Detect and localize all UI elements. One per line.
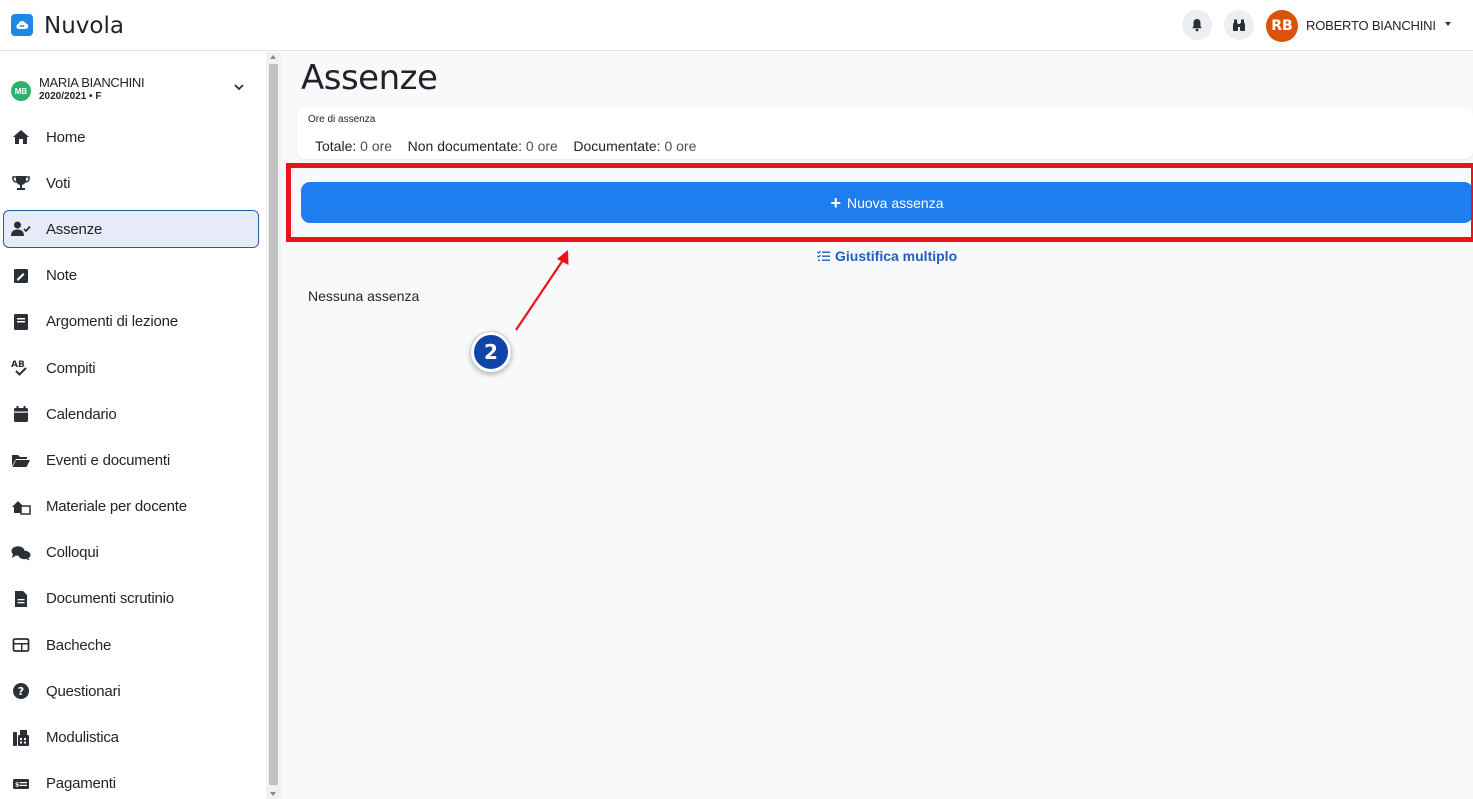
scroll-down-arrow-icon[interactable]: [270, 792, 276, 796]
list-check-icon: [817, 250, 830, 261]
note-icon: [10, 265, 32, 287]
scrollbar-thumb[interactable]: [269, 64, 278, 785]
sidebar-item-argomenti[interactable]: Argomenti di lezione: [0, 299, 266, 345]
sidebar-item-bacheche[interactable]: Bacheche: [0, 622, 266, 668]
board-icon: [10, 634, 32, 656]
question-circle-icon: ?: [10, 680, 32, 702]
sidebar-item-eventi[interactable]: Eventi e documenti: [0, 437, 266, 483]
spellcheck-icon: AB: [10, 357, 32, 379]
user-menu-name[interactable]: ROBERTO BIANCHINI: [1306, 18, 1436, 33]
book-icon: [10, 311, 32, 333]
sidebar-item-label: Materiale per docente: [46, 498, 187, 516]
folder-open-icon: [10, 449, 32, 471]
app-title[interactable]: Nuvola: [44, 13, 124, 39]
student-avatar: MB: [11, 81, 31, 101]
top-bar: Nuvola RB ROBERTO BIANCHINI: [0, 0, 1473, 51]
student-selector[interactable]: MB MARIA BIANCHINI 2020/2021 • F: [0, 72, 266, 112]
trophy-icon: [10, 172, 32, 194]
sidebar-item-label: Eventi e documenti: [46, 451, 170, 469]
svg-text:AB: AB: [11, 360, 25, 370]
caret-down-icon[interactable]: [1445, 22, 1451, 26]
svg-text:?: ?: [18, 685, 24, 698]
sidebar-item-note[interactable]: Note: [0, 253, 266, 299]
sidebar-item-calendario[interactable]: Calendario: [0, 391, 266, 437]
file-icon: [10, 588, 32, 610]
justify-multiple-label: Giustifica multiplo: [835, 248, 958, 264]
sidebar: MB MARIA BIANCHINI 2020/2021 • F Home Vo…: [0, 52, 266, 799]
scroll-up-arrow-icon[interactable]: [270, 55, 276, 59]
user-check-icon: [10, 218, 32, 240]
student-name: MARIA BIANCHINI: [39, 75, 145, 90]
sidebar-item-home[interactable]: Home: [0, 114, 266, 160]
chalkboard-icon: [10, 496, 32, 518]
sidebar-item-label: Voti: [46, 174, 71, 192]
sidebar-nav: Home Voti Assenze Note Argomenti di lezi…: [0, 114, 266, 799]
money-icon: $: [10, 773, 32, 795]
sidebar-item-documenti-scrutinio[interactable]: Documenti scrutinio: [0, 576, 266, 622]
calendar-icon: [10, 403, 32, 425]
sidebar-item-label: Calendario: [46, 405, 117, 423]
main-content: Assenze Ore di assenza Totale: 0 ore Non…: [281, 52, 1473, 799]
sidebar-item-colloqui[interactable]: Colloqui: [0, 530, 266, 576]
sidebar-item-materiale[interactable]: Materiale per docente: [0, 484, 266, 530]
sidebar-item-label: Note: [46, 267, 77, 285]
cloud-logo-icon[interactable]: [11, 14, 33, 36]
sidebar-item-label: Compiti: [46, 359, 96, 377]
sidebar-item-label: Argomenti di lezione: [46, 313, 178, 331]
sidebar-item-label: Documenti scrutinio: [46, 590, 174, 608]
sidebar-item-voti[interactable]: Voti: [0, 160, 266, 206]
sidebar-item-questionari[interactable]: ? Questionari: [0, 668, 266, 714]
home-icon: [10, 126, 32, 148]
bell-icon: [1192, 19, 1202, 32]
chevron-down-icon[interactable]: [234, 82, 244, 92]
sidebar-item-label: Questionari: [46, 682, 121, 700]
svg-text:$: $: [15, 781, 19, 788]
sidebar-item-label: Pagamenti: [46, 775, 116, 793]
annotation-arrow: [515, 250, 569, 331]
sidebar-item-label: Colloqui: [46, 544, 99, 562]
sidebar-item-pagamenti[interactable]: $ Pagamenti: [0, 761, 266, 799]
sidebar-item-assenze[interactable]: Assenze: [0, 206, 266, 252]
sidebar-item-label: Home: [46, 128, 86, 146]
sidebar-item-compiti[interactable]: AB Compiti: [0, 345, 266, 391]
student-year: 2020/2021 • F: [39, 91, 102, 102]
justify-multiple-link[interactable]: Giustifica multiplo: [817, 248, 957, 264]
notifications-button[interactable]: [1182, 10, 1212, 40]
sidebar-item-modulistica[interactable]: Modulistica: [0, 714, 266, 760]
sidebar-item-label: Modulistica: [46, 729, 119, 747]
search-student-button[interactable]: [1224, 10, 1254, 40]
sidebar-scrollbar[interactable]: [266, 52, 281, 799]
binoculars-icon: [1233, 19, 1245, 31]
fax-icon: [10, 727, 32, 749]
comments-icon: [10, 542, 32, 564]
annotation-step-badge: 2: [471, 332, 511, 372]
sidebar-item-label: Bacheche: [46, 636, 112, 654]
sidebar-item-label: Assenze: [46, 220, 103, 238]
user-avatar[interactable]: RB: [1266, 10, 1298, 42]
active-item-highlight: [3, 210, 259, 249]
